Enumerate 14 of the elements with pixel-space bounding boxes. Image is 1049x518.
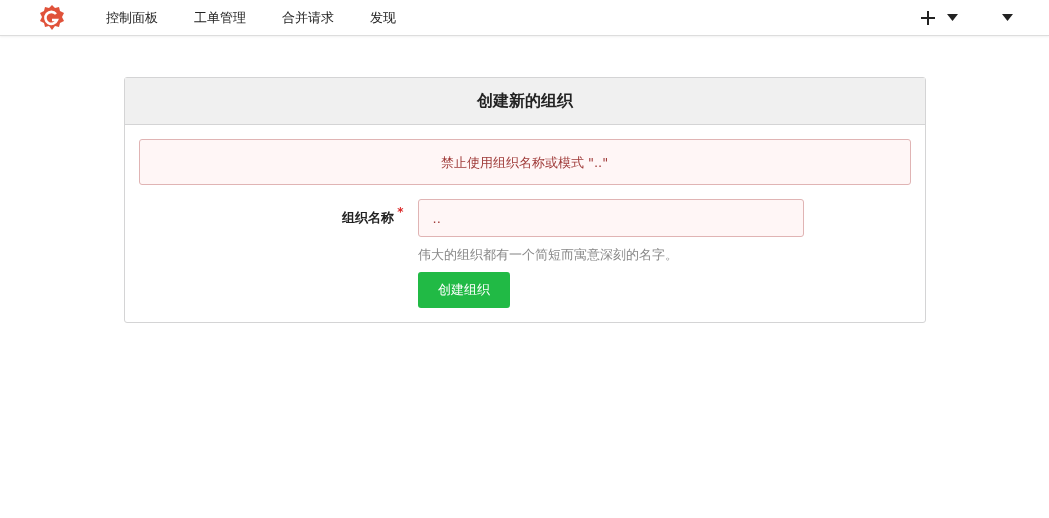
caret-icon[interactable] <box>1002 14 1013 21</box>
nav-link[interactable]: 控制面板 <box>88 8 176 27</box>
error-message: 禁止使用组织名称或模式 ".." <box>138 139 911 185</box>
caret-icon[interactable] <box>947 14 958 21</box>
nav-link[interactable]: 合并请求 <box>264 8 352 27</box>
form-title: 创建新的组织 <box>124 78 925 125</box>
help-text: 伟大的组织都有一个简短而寓意深刻的名字。 <box>417 247 679 264</box>
logo-icon[interactable] <box>38 3 66 32</box>
plus-icon[interactable] <box>921 10 935 25</box>
required-mark: * <box>397 205 404 219</box>
nav-link[interactable]: 工单管理 <box>176 8 264 27</box>
nav-link[interactable]: 发现 <box>352 8 414 27</box>
field-label: 组织名称 <box>342 209 395 227</box>
input-field[interactable]: .. <box>417 199 804 237</box>
